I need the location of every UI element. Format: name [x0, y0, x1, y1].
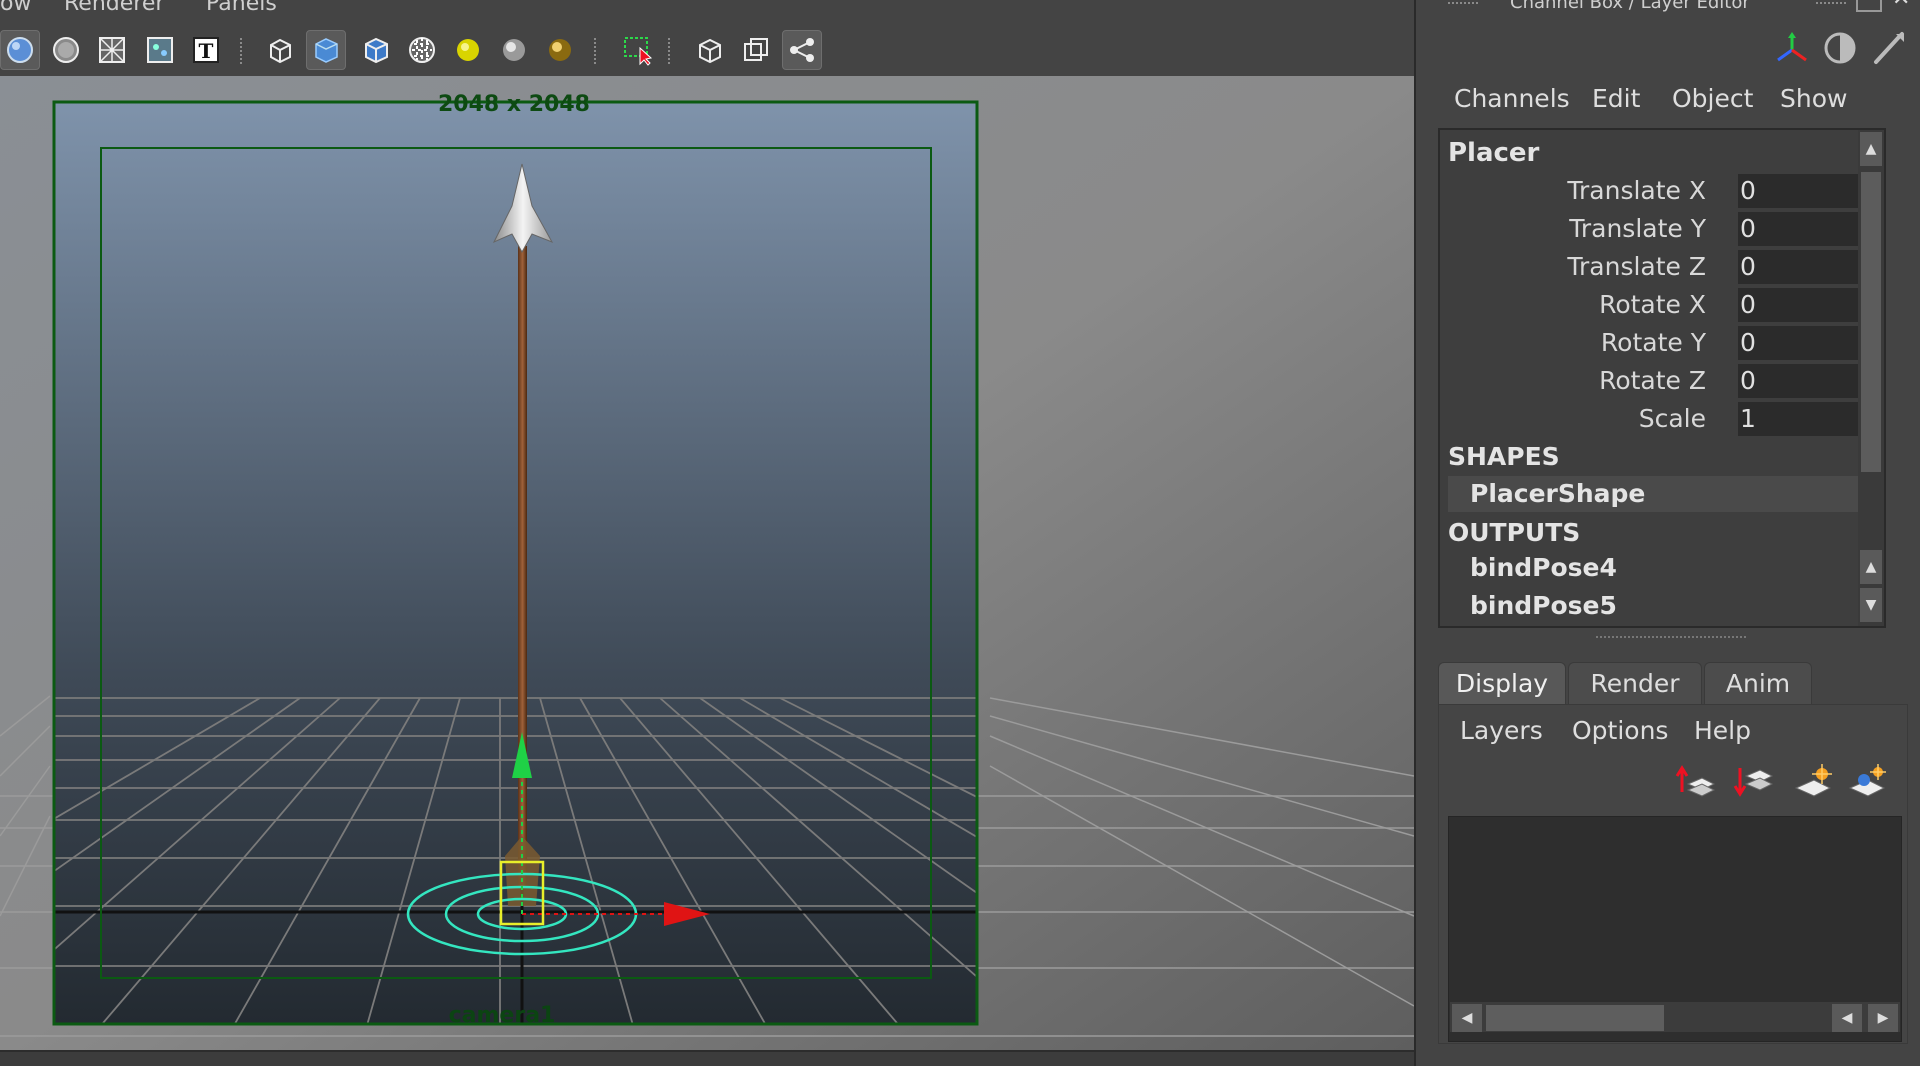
attribute-row[interactable]: Rotate X 0 [1440, 288, 1864, 324]
viewport-panel: ow Renderer Panels T 2048 x 2048 camera1 [0, 0, 1414, 1066]
attribute-label: Translate Y [1569, 214, 1706, 243]
attribute-row[interactable]: Rotate Z 0 [1440, 364, 1864, 400]
shapes-header: SHAPES [1448, 442, 1560, 471]
attribute-value-field[interactable]: 1 [1738, 402, 1864, 436]
svg-text:T: T [199, 39, 214, 63]
default-light-icon[interactable] [494, 30, 534, 70]
attribute-value-field[interactable]: 0 [1738, 364, 1864, 398]
attribute-label: Rotate Z [1599, 366, 1706, 395]
texture-toggle-icon[interactable] [140, 30, 180, 70]
menu-renderer[interactable]: Renderer [64, 0, 164, 15]
panel-title-bar: Channel Box / Layer Editor ✕ [1416, 0, 1920, 16]
menu-options[interactable]: Options [1572, 716, 1668, 745]
menu-panels[interactable]: Panels [206, 0, 277, 15]
isolate-selected-icon[interactable] [736, 30, 776, 70]
toolbar-separator [668, 38, 672, 64]
channel-box-scrollbar[interactable]: ▲ ▲ ▼ [1858, 130, 1884, 626]
attribute-row[interactable]: Scale 1 [1440, 402, 1864, 438]
outputs-header: OUTPUTS [1448, 518, 1581, 547]
attribute-value-field[interactable]: 0 [1738, 250, 1864, 284]
viewport-bottom-strip [0, 1050, 1414, 1066]
wireframe-cube-icon[interactable] [260, 30, 300, 70]
channel-list: Placer Translate X 0 Translate Y 0 Trans… [1440, 130, 1864, 626]
text-icon[interactable]: T [186, 30, 226, 70]
output-item[interactable]: bindPose4 [1448, 550, 1864, 586]
panel-splitter[interactable] [1596, 636, 1746, 642]
smooth-shade-all-icon[interactable] [0, 30, 40, 70]
share-icon[interactable] [782, 30, 822, 70]
scrollbar-thumb[interactable] [1486, 1005, 1664, 1031]
viewport-canvas[interactable]: 2048 x 2048 camera1 [0, 76, 1414, 1050]
shape-item[interactable]: PlacerShape [1448, 476, 1864, 512]
attribute-label: Translate X [1567, 176, 1706, 205]
scroll-up-arrow-icon[interactable]: ▲ [1860, 132, 1882, 166]
isolate-select-icon[interactable] [690, 30, 730, 70]
tab-anim[interactable]: Anim [1704, 662, 1812, 704]
speed-icon[interactable] [1820, 28, 1860, 68]
menu-layers[interactable]: Layers [1460, 716, 1543, 745]
shaded-cube-icon[interactable] [306, 30, 346, 70]
attribute-value-field[interactable]: 0 [1738, 288, 1864, 322]
scroll-right-arrow-icon[interactable]: ▶ [1868, 1004, 1898, 1032]
toolbar-separator [594, 38, 598, 64]
attribute-value-field[interactable]: 0 [1738, 212, 1864, 246]
attribute-row[interactable]: Translate Z 0 [1440, 250, 1864, 286]
maya-window: ow Renderer Panels T 2048 x 2048 camera1… [0, 0, 1920, 1066]
shadows-icon[interactable] [540, 30, 580, 70]
attribute-label: Rotate Y [1600, 328, 1706, 357]
output-item[interactable]: bindPose5 [1448, 588, 1864, 624]
menu-object[interactable]: Object [1672, 84, 1753, 113]
camera-label: camera1 [449, 1003, 556, 1028]
layer-list-horizontal-scrollbar[interactable]: ◀ ◀ ▶ [1450, 1002, 1900, 1032]
attribute-row[interactable]: Rotate Y 0 [1440, 326, 1864, 362]
node-name[interactable]: Placer [1448, 138, 1539, 168]
menu-show[interactable]: Show [1780, 84, 1847, 113]
channel-box: Placer Translate X 0 Translate Y 0 Trans… [1438, 128, 1886, 628]
channel-box-panel: Channel Box / Layer Editor ✕ Channels Ed… [1416, 0, 1920, 1066]
attribute-value-field[interactable]: 0 [1738, 326, 1864, 360]
panel-title: Channel Box / Layer Editor [1510, 0, 1750, 13]
create-empty-layer-icon[interactable] [1790, 760, 1838, 804]
attribute-label: Rotate X [1599, 290, 1706, 319]
use-all-lights-icon[interactable] [448, 30, 488, 70]
viewport-toolbar: T [0, 26, 1414, 74]
wireframe-on-shaded-icon[interactable] [92, 30, 132, 70]
float-panel-button[interactable] [1856, 0, 1882, 12]
attribute-label: Scale [1638, 404, 1706, 433]
tab-display[interactable]: Display [1438, 662, 1566, 704]
select-camera-icon[interactable] [618, 30, 658, 70]
toolbar-separator [240, 38, 244, 64]
scrollbar-thumb[interactable] [1861, 172, 1881, 472]
scroll-left-arrow-icon[interactable]: ◀ [1832, 1004, 1862, 1032]
attribute-row[interactable]: Translate Y 0 [1440, 212, 1864, 248]
create-layer-from-selected-icon[interactable] [1844, 760, 1892, 804]
attribute-label: Translate Z [1567, 252, 1706, 281]
menu-channels[interactable]: Channels [1454, 84, 1570, 113]
grip-handle[interactable] [1816, 2, 1846, 8]
scroll-down-arrow-icon[interactable]: ▼ [1860, 588, 1882, 622]
attribute-value-field[interactable]: 0 [1738, 174, 1864, 208]
attribute-row[interactable]: Translate X 0 [1440, 174, 1864, 210]
resolution-label: 2048 x 2048 [438, 92, 590, 117]
menu-view[interactable]: ow [0, 0, 31, 15]
xray-icon[interactable] [402, 30, 442, 70]
grip-handle[interactable] [1448, 2, 1478, 8]
viewport-menubar: ow Renderer Panels [0, 0, 1414, 18]
scroll-up-arrow-icon[interactable]: ▲ [1860, 550, 1882, 584]
close-icon[interactable]: ✕ [1892, 0, 1910, 10]
edit-attribute-icon[interactable] [1868, 28, 1908, 68]
scroll-left-arrow-icon[interactable]: ◀ [1452, 1004, 1482, 1032]
menu-edit[interactable]: Edit [1592, 84, 1640, 113]
layer-editor-menubar: Layers Options Help [1416, 716, 1920, 746]
move-layer-up-icon[interactable] [1672, 760, 1720, 804]
default-material-icon[interactable] [356, 30, 396, 70]
channel-box-menubar: Channels Edit Object Show [1416, 84, 1920, 114]
menu-help[interactable]: Help [1694, 716, 1751, 745]
tab-render[interactable]: Render [1568, 662, 1702, 704]
manipulator-axes-icon[interactable] [1772, 28, 1812, 68]
smooth-shade-selected-icon[interactable] [46, 30, 86, 70]
move-layer-down-icon[interactable] [1730, 760, 1778, 804]
